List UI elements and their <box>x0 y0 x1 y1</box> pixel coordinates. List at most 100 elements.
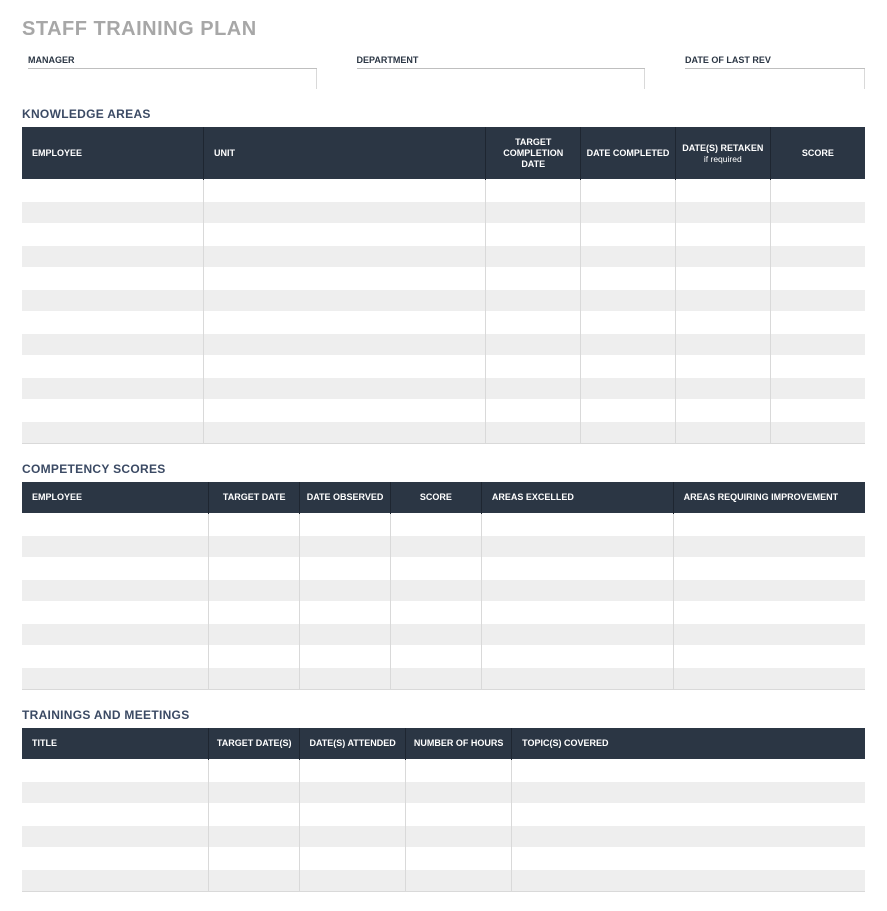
cell-excelled[interactable] <box>481 536 673 558</box>
cell-title[interactable] <box>22 781 209 803</box>
cell-target[interactable] <box>209 646 300 668</box>
cell-employee[interactable] <box>22 334 204 356</box>
cell-score[interactable] <box>770 202 865 224</box>
cell-score[interactable] <box>390 580 481 602</box>
cell-excelled[interactable] <box>481 558 673 580</box>
cell-retaken[interactable] <box>675 422 770 444</box>
cell-target[interactable] <box>209 759 300 781</box>
cell-observed[interactable] <box>300 580 391 602</box>
cell-employee[interactable] <box>22 624 209 646</box>
cell-attended[interactable] <box>300 759 406 781</box>
cell-target[interactable] <box>209 558 300 580</box>
cell-retaken[interactable] <box>675 180 770 202</box>
cell-attended[interactable] <box>300 869 406 891</box>
cell-retaken[interactable] <box>675 400 770 422</box>
cell-target[interactable] <box>486 268 581 290</box>
cell-score[interactable] <box>770 224 865 246</box>
cell-score[interactable] <box>770 334 865 356</box>
cell-unit[interactable] <box>204 422 486 444</box>
cell-retaken[interactable] <box>675 224 770 246</box>
cell-completed[interactable] <box>581 180 676 202</box>
cell-target[interactable] <box>209 602 300 624</box>
cell-attended[interactable] <box>300 825 406 847</box>
cell-improve[interactable] <box>673 646 865 668</box>
cell-score[interactable] <box>770 422 865 444</box>
cell-employee[interactable] <box>22 668 209 690</box>
cell-improve[interactable] <box>673 668 865 690</box>
cell-score[interactable] <box>390 602 481 624</box>
cell-target[interactable] <box>486 334 581 356</box>
cell-unit[interactable] <box>204 202 486 224</box>
cell-retaken[interactable] <box>675 334 770 356</box>
cell-completed[interactable] <box>581 290 676 312</box>
cell-score[interactable] <box>770 400 865 422</box>
cell-target[interactable] <box>209 624 300 646</box>
cell-employee[interactable] <box>22 312 204 334</box>
cell-completed[interactable] <box>581 224 676 246</box>
cell-unit[interactable] <box>204 290 486 312</box>
cell-unit[interactable] <box>204 378 486 400</box>
cell-unit[interactable] <box>204 356 486 378</box>
cell-hours[interactable] <box>406 847 512 869</box>
cell-hours[interactable] <box>406 869 512 891</box>
cell-employee[interactable] <box>22 400 204 422</box>
cell-improve[interactable] <box>673 580 865 602</box>
cell-employee[interactable] <box>22 290 204 312</box>
cell-completed[interactable] <box>581 400 676 422</box>
cell-unit[interactable] <box>204 334 486 356</box>
cell-employee[interactable] <box>22 202 204 224</box>
cell-unit[interactable] <box>204 400 486 422</box>
cell-target[interactable] <box>486 180 581 202</box>
cell-excelled[interactable] <box>481 668 673 690</box>
cell-completed[interactable] <box>581 202 676 224</box>
cell-employee[interactable] <box>22 646 209 668</box>
cell-topics[interactable] <box>512 847 865 869</box>
cell-target[interactable] <box>209 803 300 825</box>
cell-score[interactable] <box>770 246 865 268</box>
cell-hours[interactable] <box>406 759 512 781</box>
cell-target[interactable] <box>209 869 300 891</box>
cell-retaken[interactable] <box>675 202 770 224</box>
cell-score[interactable] <box>770 356 865 378</box>
cell-employee[interactable] <box>22 378 204 400</box>
cell-title[interactable] <box>22 759 209 781</box>
cell-retaken[interactable] <box>675 268 770 290</box>
cell-completed[interactable] <box>581 268 676 290</box>
cell-employee[interactable] <box>22 268 204 290</box>
cell-retaken[interactable] <box>675 356 770 378</box>
cell-employee[interactable] <box>22 356 204 378</box>
cell-score[interactable] <box>390 536 481 558</box>
cell-target[interactable] <box>209 514 300 536</box>
cell-title[interactable] <box>22 869 209 891</box>
cell-observed[interactable] <box>300 536 391 558</box>
cell-topics[interactable] <box>512 759 865 781</box>
cell-hours[interactable] <box>406 781 512 803</box>
cell-unit[interactable] <box>204 180 486 202</box>
cell-employee[interactable] <box>22 246 204 268</box>
cell-target[interactable] <box>486 224 581 246</box>
cell-unit[interactable] <box>204 224 486 246</box>
cell-target[interactable] <box>209 781 300 803</box>
cell-completed[interactable] <box>581 312 676 334</box>
cell-excelled[interactable] <box>481 514 673 536</box>
cell-topics[interactable] <box>512 825 865 847</box>
cell-score[interactable] <box>390 646 481 668</box>
cell-target[interactable] <box>486 356 581 378</box>
cell-unit[interactable] <box>204 268 486 290</box>
cell-observed[interactable] <box>300 514 391 536</box>
cell-unit[interactable] <box>204 246 486 268</box>
cell-improve[interactable] <box>673 558 865 580</box>
cell-topics[interactable] <box>512 781 865 803</box>
cell-target[interactable] <box>486 202 581 224</box>
cell-employee[interactable] <box>22 514 209 536</box>
cell-target[interactable] <box>486 290 581 312</box>
cell-target[interactable] <box>209 668 300 690</box>
cell-improve[interactable] <box>673 514 865 536</box>
cell-completed[interactable] <box>581 246 676 268</box>
cell-score[interactable] <box>390 558 481 580</box>
cell-score[interactable] <box>390 668 481 690</box>
cell-observed[interactable] <box>300 646 391 668</box>
cell-score[interactable] <box>770 268 865 290</box>
cell-score[interactable] <box>770 378 865 400</box>
cell-title[interactable] <box>22 847 209 869</box>
